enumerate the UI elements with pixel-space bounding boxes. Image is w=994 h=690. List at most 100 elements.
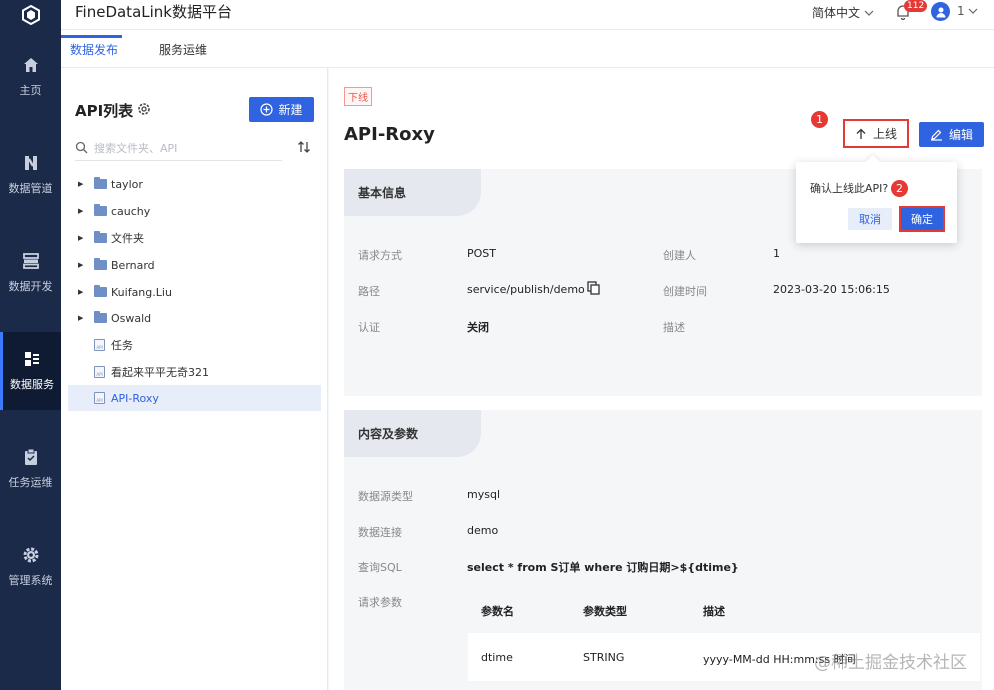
expand-arrow-icon[interactable]: ▶ [78, 288, 88, 296]
confirm-text: 确认上线此API? [810, 182, 889, 195]
tree-folder[interactable]: ▶ Bernard [68, 252, 321, 278]
new-label: 新建 [278, 103, 303, 117]
user-name[interactable]: 1 [957, 4, 965, 18]
expand-arrow-icon[interactable]: ▶ [78, 261, 88, 269]
folder-icon [94, 231, 107, 243]
page-title: API-Roxy [344, 124, 435, 145]
plus-circle-icon [260, 103, 274, 116]
left-nav: 主页 数据管道 数据开发 数据服务 任务运维 管理系统 [0, 30, 61, 690]
tree-label: API-Roxy [111, 391, 159, 405]
tree-folder[interactable]: ▶ 文件夹 [68, 225, 321, 251]
column-header: 描述 [703, 605, 725, 618]
sql-value: select * from S订单 where 订购日期>${dtime} [467, 561, 739, 574]
api-list-panel: API列表 新建 搜索文件夹、API ▶ taylor ▶ cauchy ▶ 文… [61, 68, 328, 690]
nav-label: 任务运维 [8, 476, 53, 489]
datasource-type-label: 数据源类型 [358, 490, 413, 503]
api-file-icon: API [94, 339, 105, 351]
tree-folder[interactable]: ▶ Oswald [68, 305, 321, 331]
expand-arrow-icon[interactable]: ▶ [78, 180, 88, 188]
cancel-button[interactable]: 取消 [848, 208, 892, 230]
folder-icon [94, 285, 107, 297]
tree-api-item[interactable]: API 任务 [68, 332, 321, 358]
method-label: 请求方式 [358, 249, 402, 262]
confirm-button[interactable]: 确定 [899, 206, 945, 232]
nav-item-pipeline[interactable]: 数据管道 [0, 136, 61, 214]
path-value: service/publish/demo [467, 283, 585, 296]
edit-button[interactable]: 编辑 [919, 122, 984, 147]
nav-label: 管理系统 [8, 574, 53, 587]
pipeline-icon [24, 156, 37, 170]
auth-value: 关闭 [467, 321, 489, 334]
tree-label: Oswald [111, 311, 152, 325]
arrow-up-icon [856, 128, 866, 139]
tab-publish[interactable]: 数据发布 [70, 41, 118, 58]
tree-label: 看起来平平无奇321 [111, 366, 209, 379]
creator-label: 创建人 [663, 249, 696, 262]
tree-folder[interactable]: ▶ cauchy [68, 198, 321, 224]
clipboard-icon [24, 448, 37, 465]
datasource-type-value: mysql [467, 488, 500, 501]
top-bar: FineDataLink数据平台 简体中文 112 1 [0, 0, 994, 30]
tree-api-item-selected[interactable]: API API-Roxy [68, 385, 321, 411]
tree-folder[interactable]: ▶ Kuifang.Liu [68, 279, 321, 305]
app-logo[interactable] [0, 0, 61, 30]
nav-item-service[interactable]: 数据服务 [0, 332, 61, 410]
search-icon [75, 141, 88, 154]
publish-online-button[interactable]: 上线 [843, 119, 909, 148]
confirm-popover: 确认上线此API? 取消 确定 [796, 154, 957, 243]
tree-api-item[interactable]: API 看起来平平无奇321 [68, 359, 321, 385]
language-label: 简体中文 [812, 6, 861, 20]
column-header: 参数类型 [583, 605, 627, 618]
search-input[interactable]: 搜索文件夹、API [75, 135, 282, 161]
notification-badge: 112 [904, 0, 928, 12]
panel-title: API列表 [75, 102, 134, 120]
step-marker: 1 [811, 111, 828, 128]
app-title: FineDataLink数据平台 [75, 3, 232, 21]
tree-label: taylor [111, 177, 143, 191]
nav-label: 主页 [19, 84, 42, 97]
nav-item-admin[interactable]: 管理系统 [0, 528, 61, 606]
chevron-down-icon [968, 8, 978, 14]
nav-item-ops[interactable]: 任务运维 [0, 430, 61, 508]
table-header: 参数名 参数类型 描述 [468, 587, 980, 633]
copy-button[interactable] [587, 281, 600, 298]
edit-icon [930, 129, 942, 141]
tree-label: Kuifang.Liu [111, 285, 172, 299]
created-label: 创建时间 [663, 285, 707, 298]
watermark: @稀土掘金技术社区 [814, 653, 967, 673]
expand-arrow-icon[interactable]: ▶ [78, 314, 88, 322]
tab-ops[interactable]: 服务运维 [159, 41, 207, 58]
tree-label: Bernard [111, 258, 155, 272]
new-api-button[interactable]: 新建 [249, 97, 314, 122]
sort-icon [298, 141, 310, 153]
nav-item-dev[interactable]: 数据开发 [0, 234, 61, 312]
chevron-down-icon [864, 10, 874, 16]
online-label: 上线 [872, 127, 897, 141]
creator-value: 1 [773, 247, 780, 260]
user-menu[interactable] [968, 5, 978, 19]
section-title: 内容及参数 [344, 410, 481, 457]
nav-item-home[interactable]: 主页 [0, 38, 61, 116]
copy-icon [587, 281, 600, 295]
tree-label: 文件夹 [111, 232, 144, 245]
logo-icon [21, 5, 40, 25]
connection-label: 数据连接 [358, 526, 402, 539]
method-value: POST [467, 247, 496, 260]
expand-arrow-icon[interactable]: ▶ [78, 234, 88, 242]
sort-button[interactable] [296, 139, 312, 158]
folder-icon [94, 311, 107, 323]
avatar[interactable] [931, 2, 950, 21]
step-marker: 2 [891, 180, 908, 197]
service-icon [25, 352, 39, 366]
folder-icon [94, 258, 107, 270]
dev-icon [22, 253, 39, 269]
api-file-icon: API [94, 366, 105, 378]
description-label: 描述 [663, 321, 685, 334]
connection-value: demo [467, 524, 499, 537]
expand-arrow-icon[interactable]: ▶ [78, 207, 88, 215]
created-value: 2023-03-20 15:06:15 [773, 283, 890, 296]
list-settings-button[interactable] [137, 102, 151, 119]
language-selector[interactable]: 简体中文 [812, 4, 874, 21]
nav-label: 数据开发 [8, 280, 53, 293]
tree-folder[interactable]: ▶ taylor [68, 171, 321, 197]
